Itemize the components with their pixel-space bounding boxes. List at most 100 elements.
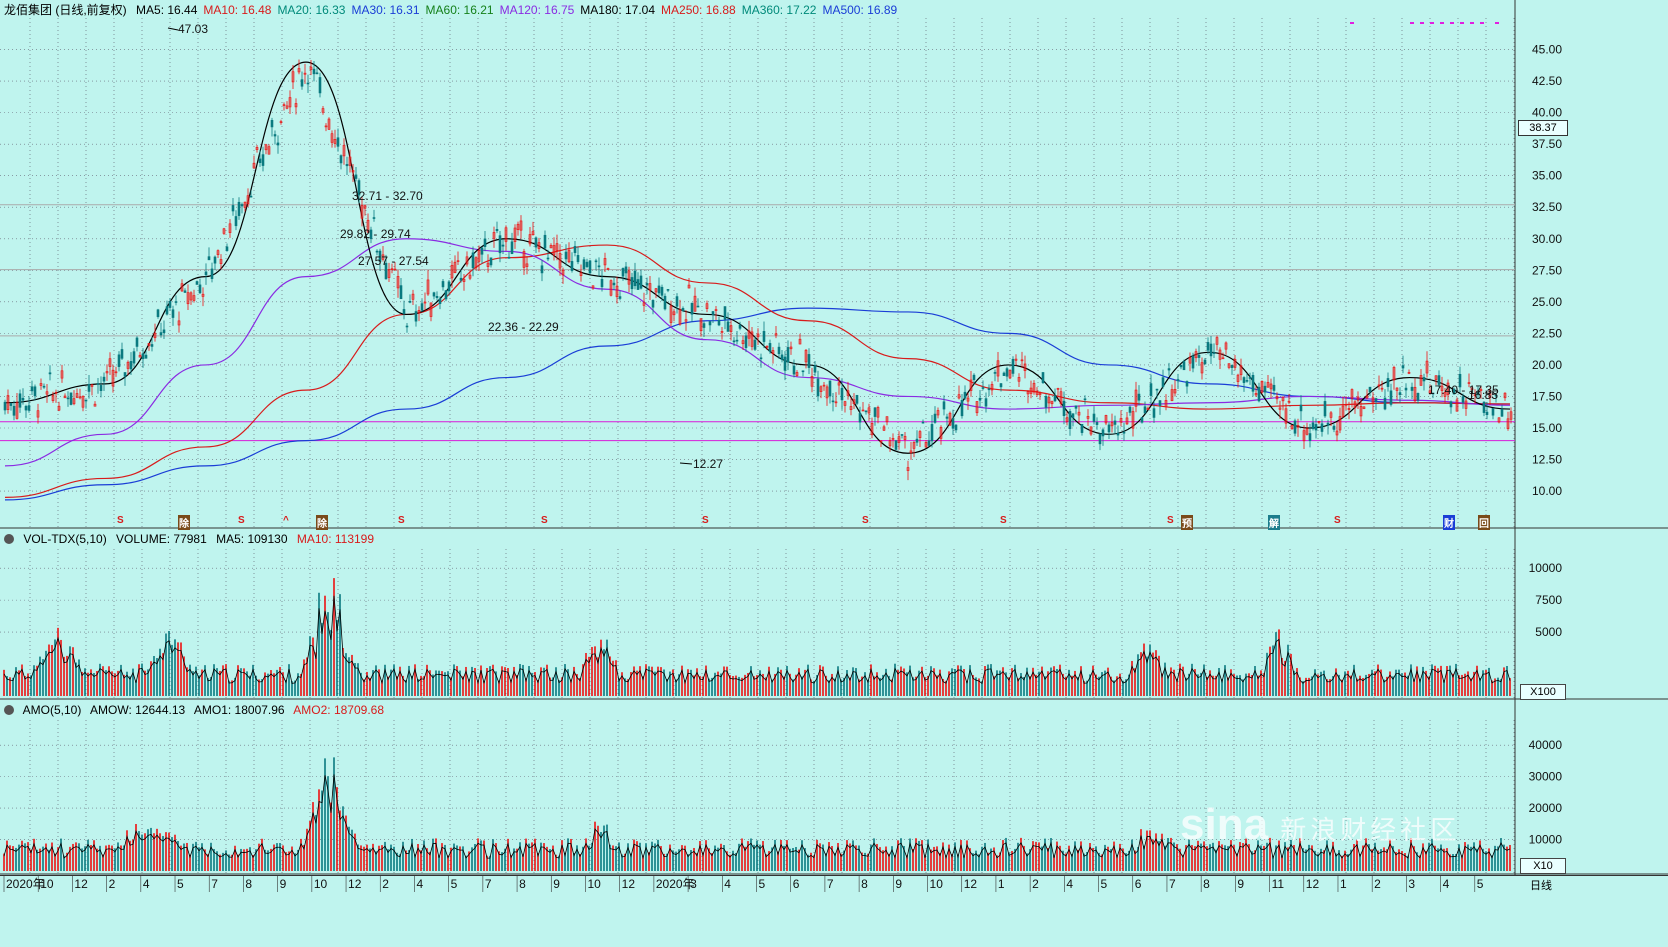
candle-body [564, 251, 568, 260]
event-marker[interactable]: 回 [1478, 515, 1490, 530]
candle-body [315, 72, 319, 75]
event-marker[interactable]: 解 [1268, 515, 1280, 530]
candle-body [621, 268, 625, 277]
candle-body [813, 365, 817, 373]
price-pane[interactable]: 龙佰集团 (日线,前复权) MA5: 16.44 MA10: 16.48 MA20:… [0, 0, 1668, 530]
event-marker[interactable]: S [862, 515, 869, 526]
candle-body [1071, 413, 1075, 418]
candle-body [1383, 397, 1387, 410]
candle-body [723, 306, 727, 320]
signal-dot [1440, 22, 1444, 24]
candle-body [1311, 422, 1315, 429]
event-marker[interactable]: S [541, 515, 548, 526]
candle-body [735, 339, 739, 342]
candle-body [1332, 425, 1336, 430]
candle-body [414, 311, 418, 322]
candle-body [444, 290, 448, 300]
candle-body [102, 376, 106, 382]
event-marker[interactable]: 除 [178, 515, 190, 530]
candle-body [1242, 377, 1246, 383]
x-tick-label: 3 [1408, 877, 1415, 891]
vol-indicator-name: VOL-TDX(5,10) [23, 532, 107, 546]
candle-body [831, 400, 835, 403]
volume-legend: VOL-TDX(5,10) VOLUME: 77981 MA5: 109130 … [4, 531, 380, 547]
candle-body [1203, 359, 1207, 365]
event-marker[interactable]: S [398, 515, 405, 526]
price-annotation: 27.57 - 27.54 [358, 254, 429, 268]
candle-body [318, 77, 322, 94]
x-tick-label: 12 [622, 877, 636, 891]
candle-body [1101, 429, 1105, 437]
volume-chart[interactable]: 10000 7500 5000 [0, 529, 1668, 700]
candle-body [213, 256, 217, 264]
y-tick-label: 7500 [1535, 593, 1562, 607]
candle-body [132, 351, 136, 364]
y-tick-label: 30.00 [1532, 232, 1562, 246]
x-tick-label: 4 [416, 877, 423, 891]
candle-body [1398, 392, 1402, 395]
candle-body [1044, 396, 1048, 408]
annotation-pointer [679, 462, 693, 465]
candle-body [69, 392, 73, 405]
candle-body [807, 354, 811, 368]
candle-body [1299, 404, 1303, 412]
settings-icon[interactable] [4, 705, 14, 715]
period-label[interactable]: 日线 [1530, 877, 1552, 893]
candle-body [597, 265, 601, 268]
y-tick-label: 10.00 [1532, 484, 1562, 498]
x-tick-label: 9 [895, 877, 902, 891]
candle-body [1137, 393, 1141, 401]
volume-pane[interactable]: VOL-TDX(5,10) VOLUME: 77981 MA5: 109130 … [0, 529, 1668, 700]
candle-body [96, 383, 100, 385]
settings-icon[interactable] [4, 534, 14, 544]
candle-body [594, 260, 598, 263]
candle-body [738, 324, 742, 329]
x-tick-label: 2 [382, 877, 389, 891]
signal-dot [1480, 22, 1484, 24]
candle-body [972, 374, 976, 381]
x-tick-label: 1 [998, 877, 1005, 891]
x-tick-label: 2 [109, 877, 116, 891]
candle-body [726, 321, 730, 332]
x-tick-label: 4 [1443, 877, 1450, 891]
candle-body [993, 372, 997, 374]
event-marker[interactable]: ^ [283, 515, 289, 526]
candle-body [768, 343, 772, 352]
candle-body [87, 384, 91, 392]
event-marker[interactable]: S [1334, 515, 1341, 526]
candle-body [1140, 417, 1144, 423]
x-tick-label: 8 [519, 877, 526, 891]
amo-amo2: AMO2: 18709.68 [293, 703, 385, 717]
ma-legend-item: MA10: 16.48 [203, 3, 272, 17]
candle-body [1011, 358, 1015, 374]
event-marker[interactable]: S [117, 515, 124, 526]
event-marker[interactable]: 预 [1181, 515, 1193, 530]
candle-body [339, 155, 343, 164]
signal-dot [1460, 22, 1464, 24]
candle-body [633, 270, 637, 287]
y-tick-label: 25.00 [1532, 295, 1562, 309]
event-marker[interactable]: S [702, 515, 709, 526]
candle-body [696, 305, 700, 308]
candle-body [1320, 423, 1324, 432]
candle-body [402, 309, 406, 314]
x-tick-label: 3 [690, 877, 697, 891]
event-marker[interactable]: 除 [316, 515, 328, 530]
x-tick-label: 7 [211, 877, 218, 891]
candle-body [1245, 380, 1249, 382]
x-tick-label: 5 [177, 877, 184, 891]
event-marker[interactable]: S [238, 515, 245, 526]
candle-body [1182, 361, 1186, 371]
candle-body [1005, 368, 1009, 377]
candle-body [135, 337, 139, 347]
event-marker[interactable]: S [1000, 515, 1007, 526]
price-chart[interactable]: 45.00 42.50 40.00 37.50 35.00 32.50 30.00 27.50… [0, 0, 1668, 529]
event-marker[interactable]: S [1167, 515, 1174, 526]
amount-unit: X10 [1520, 858, 1566, 874]
x-tick-label: 11 [1272, 877, 1285, 891]
event-marker[interactable]: 财 [1443, 515, 1455, 530]
x-tick-label: 10 [314, 877, 328, 891]
ma-legend-item: MA250: 16.88 [661, 3, 736, 17]
candle-body [576, 254, 580, 263]
y-tick-label: 27.50 [1532, 263, 1562, 277]
